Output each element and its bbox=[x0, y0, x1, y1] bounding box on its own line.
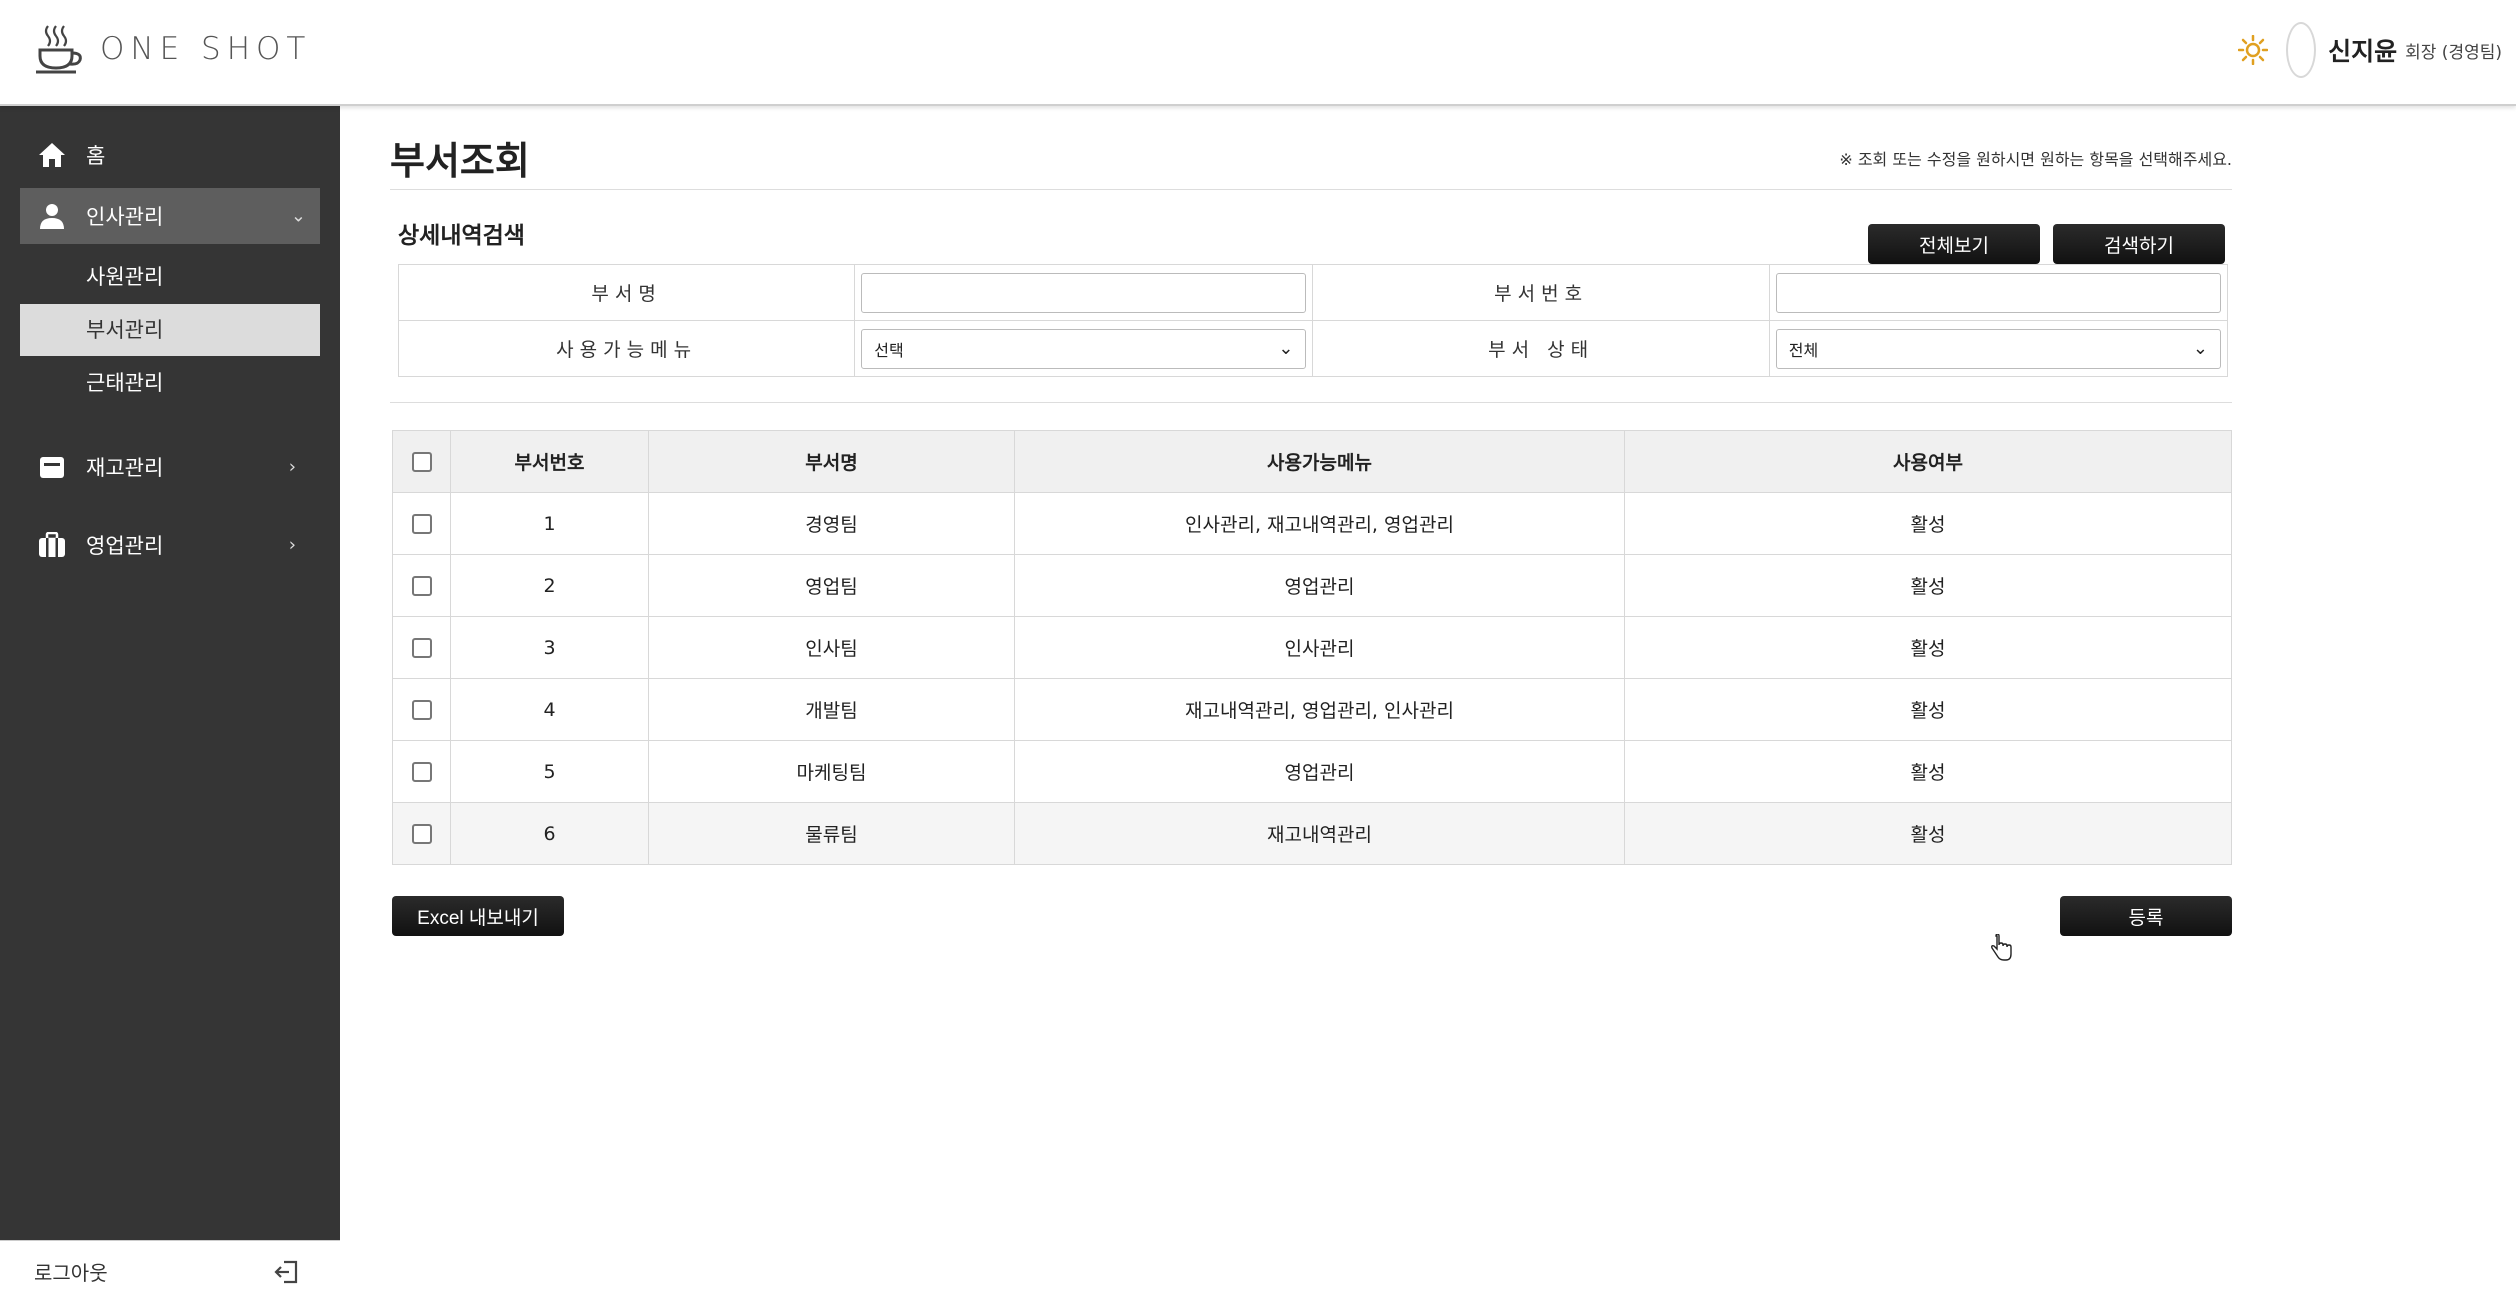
register-button[interactable]: 등록 bbox=[2060, 896, 2232, 936]
row-checkbox[interactable] bbox=[411, 700, 432, 720]
sidebar-item-inventory[interactable]: 재고관리 › bbox=[0, 428, 340, 506]
select-all-cell bbox=[392, 430, 451, 493]
menus-cell: 인사관리 bbox=[1014, 616, 1625, 679]
sidebar-subitem-employees[interactable]: 사원관리 bbox=[0, 250, 340, 304]
table-row[interactable]: 1 경영팀 인사관리, 재고내역관리, 영업관리 활성 bbox=[392, 492, 2232, 555]
chevron-down-icon: ⌄ bbox=[1278, 338, 1294, 359]
status-cell: 활성 bbox=[1624, 802, 2232, 865]
user-name: 신지윤 bbox=[2328, 37, 2398, 66]
logo-text: ONE SHOT bbox=[100, 31, 312, 67]
logout-icon bbox=[274, 1260, 298, 1284]
status-cell: 활성 bbox=[1624, 616, 2232, 679]
dept-name-cell: 인사팀 bbox=[648, 616, 1015, 679]
dept-no-cell: 1 bbox=[450, 492, 649, 555]
sidebar-item-label: 영업관리 bbox=[86, 534, 164, 558]
table-row[interactable]: 2 영업팀 영업관리 활성 bbox=[392, 554, 2232, 617]
user-role: 회장 (경영팀) bbox=[2405, 42, 2502, 63]
table-row[interactable]: 6 물류팀 재고내역관리 활성 bbox=[392, 802, 2232, 865]
chevron-right-icon: › bbox=[288, 534, 296, 556]
search-section-title: 상세내역검색 bbox=[398, 223, 525, 249]
divider bbox=[390, 402, 2232, 403]
table-row[interactable]: 3 인사팀 인사관리 활성 bbox=[392, 616, 2232, 679]
dept-no-cell: 6 bbox=[450, 802, 649, 865]
dept-name-label: 부서명 bbox=[397, 264, 856, 321]
dept-name-input[interactable] bbox=[861, 272, 1307, 313]
menus-cell: 인사관리, 재고내역관리, 영업관리 bbox=[1014, 492, 1625, 555]
row-checkbox[interactable] bbox=[411, 514, 432, 534]
dept-no-input[interactable] bbox=[1775, 272, 2221, 313]
dept-no-label: 부서번호 bbox=[1312, 264, 1770, 321]
select-all-checkbox[interactable] bbox=[411, 452, 432, 472]
top-header: ONE SHOT 신지윤 회장 (경영팀) bbox=[0, 0, 2516, 106]
status-select[interactable]: 전체 ⌄ bbox=[1775, 328, 2221, 369]
dept-name-cell: 영업팀 bbox=[648, 554, 1015, 617]
dept-no-cell: 2 bbox=[450, 554, 649, 617]
sidebar-subitem-attendance[interactable]: 근태관리 bbox=[0, 356, 340, 410]
row-checkbox[interactable] bbox=[411, 638, 432, 658]
coffee-cup-icon bbox=[36, 25, 82, 74]
table-row[interactable]: 5 마케팅팀 영업관리 활성 bbox=[392, 740, 2232, 803]
menus-cell: 재고내역관리 bbox=[1014, 802, 1625, 865]
menu-label: 사용가능메뉴 bbox=[397, 320, 856, 377]
menu-select-value: 선택 bbox=[874, 340, 904, 360]
column-header[interactable]: 부서명 bbox=[648, 430, 1015, 493]
home-icon bbox=[39, 143, 65, 167]
menus-cell: 영업관리 bbox=[1014, 740, 1625, 803]
excel-export-button[interactable]: Excel 내보내기 bbox=[392, 896, 564, 936]
logout-button[interactable]: 로그아웃 bbox=[0, 1240, 340, 1302]
menus-cell: 재고내역관리, 영업관리, 인사관리 bbox=[1014, 678, 1625, 741]
column-header[interactable]: 부서번호 bbox=[450, 430, 649, 493]
status-cell: 활성 bbox=[1624, 492, 2232, 555]
sidebar-item-home[interactable]: 홈 bbox=[0, 122, 340, 188]
briefcase-icon bbox=[39, 532, 65, 557]
dept-name-cell: 개발팀 bbox=[648, 678, 1015, 741]
row-checkbox[interactable] bbox=[411, 824, 432, 844]
box-icon bbox=[40, 457, 64, 478]
menu-select[interactable]: 선택 ⌄ bbox=[861, 328, 1307, 369]
sidebar-subitem-departments[interactable]: 부서관리 bbox=[20, 304, 320, 356]
avatar[interactable] bbox=[2286, 22, 2317, 78]
sidebar-item-label: 인사관리 bbox=[86, 205, 164, 229]
dept-no-cell: 3 bbox=[450, 616, 649, 679]
sidebar-item-sales[interactable]: 영업관리 › bbox=[0, 506, 340, 584]
row-checkbox[interactable] bbox=[411, 576, 432, 596]
person-icon bbox=[40, 204, 64, 229]
row-checkbox[interactable] bbox=[411, 762, 432, 782]
logo[interactable]: ONE SHOT bbox=[36, 24, 311, 74]
search-form: 부서명 부서번호 사용가능메뉴 선택 ⌄ 부서 상태 전체 ⌄ bbox=[397, 264, 2229, 377]
sidebar: 홈 인사관리 ⌄ 사원관리 부서관리 근태관리 재고관리 › 영업관리 › 로그… bbox=[0, 106, 340, 1302]
chevron-down-icon: ⌄ bbox=[290, 205, 306, 227]
dept-name-cell: 마케팅팀 bbox=[648, 740, 1015, 803]
column-header[interactable]: 사용여부 bbox=[1624, 430, 2232, 493]
chevron-right-icon: › bbox=[288, 456, 296, 478]
status-cell: 활성 bbox=[1624, 740, 2232, 803]
sidebar-item-hr[interactable]: 인사관리 ⌄ bbox=[20, 188, 320, 244]
department-table: 부서번호 부서명 사용가능메뉴 사용여부 1 경영팀 인사관리, 재고내역관리,… bbox=[392, 430, 2232, 865]
dept-name-cell: 물류팀 bbox=[648, 802, 1015, 865]
dept-no-cell: 5 bbox=[450, 740, 649, 803]
sidebar-item-label: 재고관리 bbox=[86, 456, 164, 480]
sun-icon[interactable] bbox=[2238, 35, 2269, 65]
page-title: 부서조회 bbox=[390, 139, 530, 183]
logout-label: 로그아웃 bbox=[34, 1261, 108, 1285]
menus-cell: 영업관리 bbox=[1014, 554, 1625, 617]
column-header[interactable]: 사용가능메뉴 bbox=[1014, 430, 1625, 493]
status-label: 부서 상태 bbox=[1312, 320, 1770, 377]
dept-name-cell: 경영팀 bbox=[648, 492, 1015, 555]
view-all-button[interactable]: 전체보기 bbox=[1868, 224, 2040, 264]
status-cell: 활성 bbox=[1624, 678, 2232, 741]
table-row[interactable]: 4 개발팀 재고내역관리, 영업관리, 인사관리 활성 bbox=[392, 678, 2232, 741]
status-cell: 활성 bbox=[1624, 554, 2232, 617]
notice-text: ※ 조회 또는 수정을 원하시면 원하는 항목을 선택해주세요. bbox=[1839, 150, 2232, 169]
sidebar-item-label: 홈 bbox=[86, 144, 106, 168]
main-content: 부서조회 ※ 조회 또는 수정을 원하시면 원하는 항목을 선택해주세요. 상세… bbox=[390, 106, 2232, 961]
hand-cursor-icon bbox=[1991, 934, 2012, 961]
status-select-value: 전체 bbox=[1788, 340, 1819, 360]
chevron-down-icon: ⌄ bbox=[2192, 338, 2208, 359]
search-button[interactable]: 검색하기 bbox=[2053, 224, 2225, 264]
dept-no-cell: 4 bbox=[450, 678, 649, 741]
